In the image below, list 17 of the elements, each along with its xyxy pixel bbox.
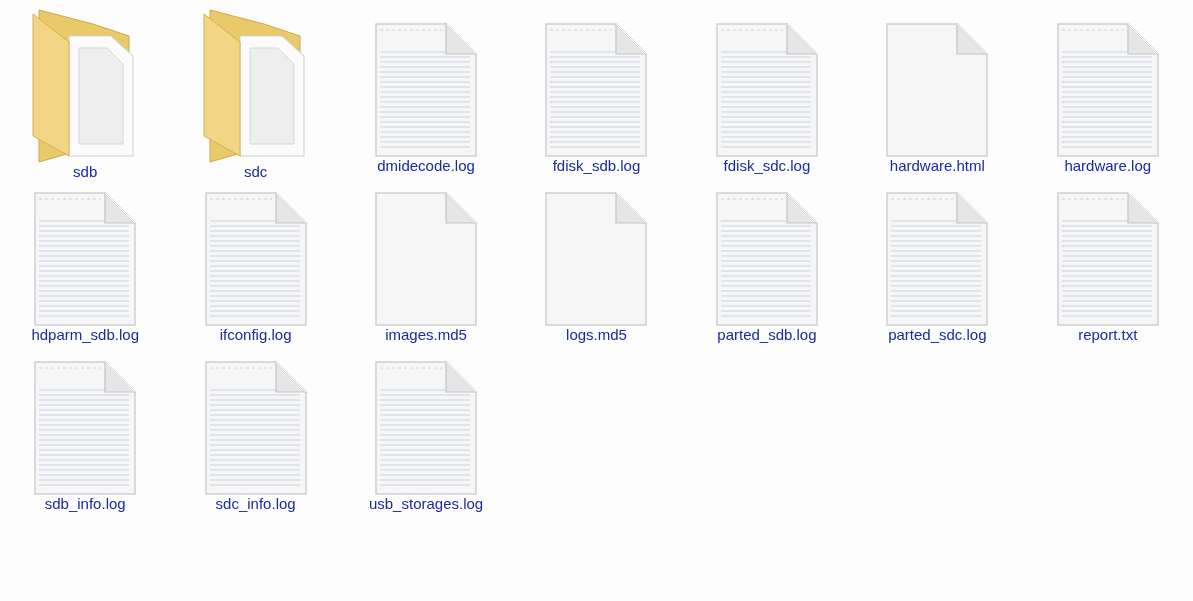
file-name[interactable]: fdisk_sdc.log: [723, 157, 811, 175]
file-name[interactable]: ifconfig.log: [219, 326, 292, 344]
file-name[interactable]: hdparm_sdb.log: [31, 326, 139, 344]
file-name[interactable]: parted_sdb.log: [717, 326, 817, 344]
file-name[interactable]: hardware.html: [889, 157, 985, 175]
file-name[interactable]: fdisk_sdb.log: [552, 157, 641, 175]
file-name[interactable]: sdc_info.log: [215, 495, 296, 513]
file-name[interactable]: sdb: [73, 163, 98, 181]
file-name[interactable]: sdc: [243, 163, 268, 181]
file-name[interactable]: usb_storages.log: [368, 495, 484, 513]
file-name[interactable]: parted_sdc.log: [888, 326, 987, 344]
file-name[interactable]: sdb_info.log: [44, 495, 126, 513]
file-name[interactable]: hardware.log: [1064, 157, 1152, 175]
file-name[interactable]: logs.md5: [566, 326, 627, 344]
file-name[interactable]: report.txt: [1078, 326, 1138, 344]
file-name[interactable]: dmidecode.log: [377, 157, 475, 175]
file-name[interactable]: images.md5: [385, 326, 467, 344]
